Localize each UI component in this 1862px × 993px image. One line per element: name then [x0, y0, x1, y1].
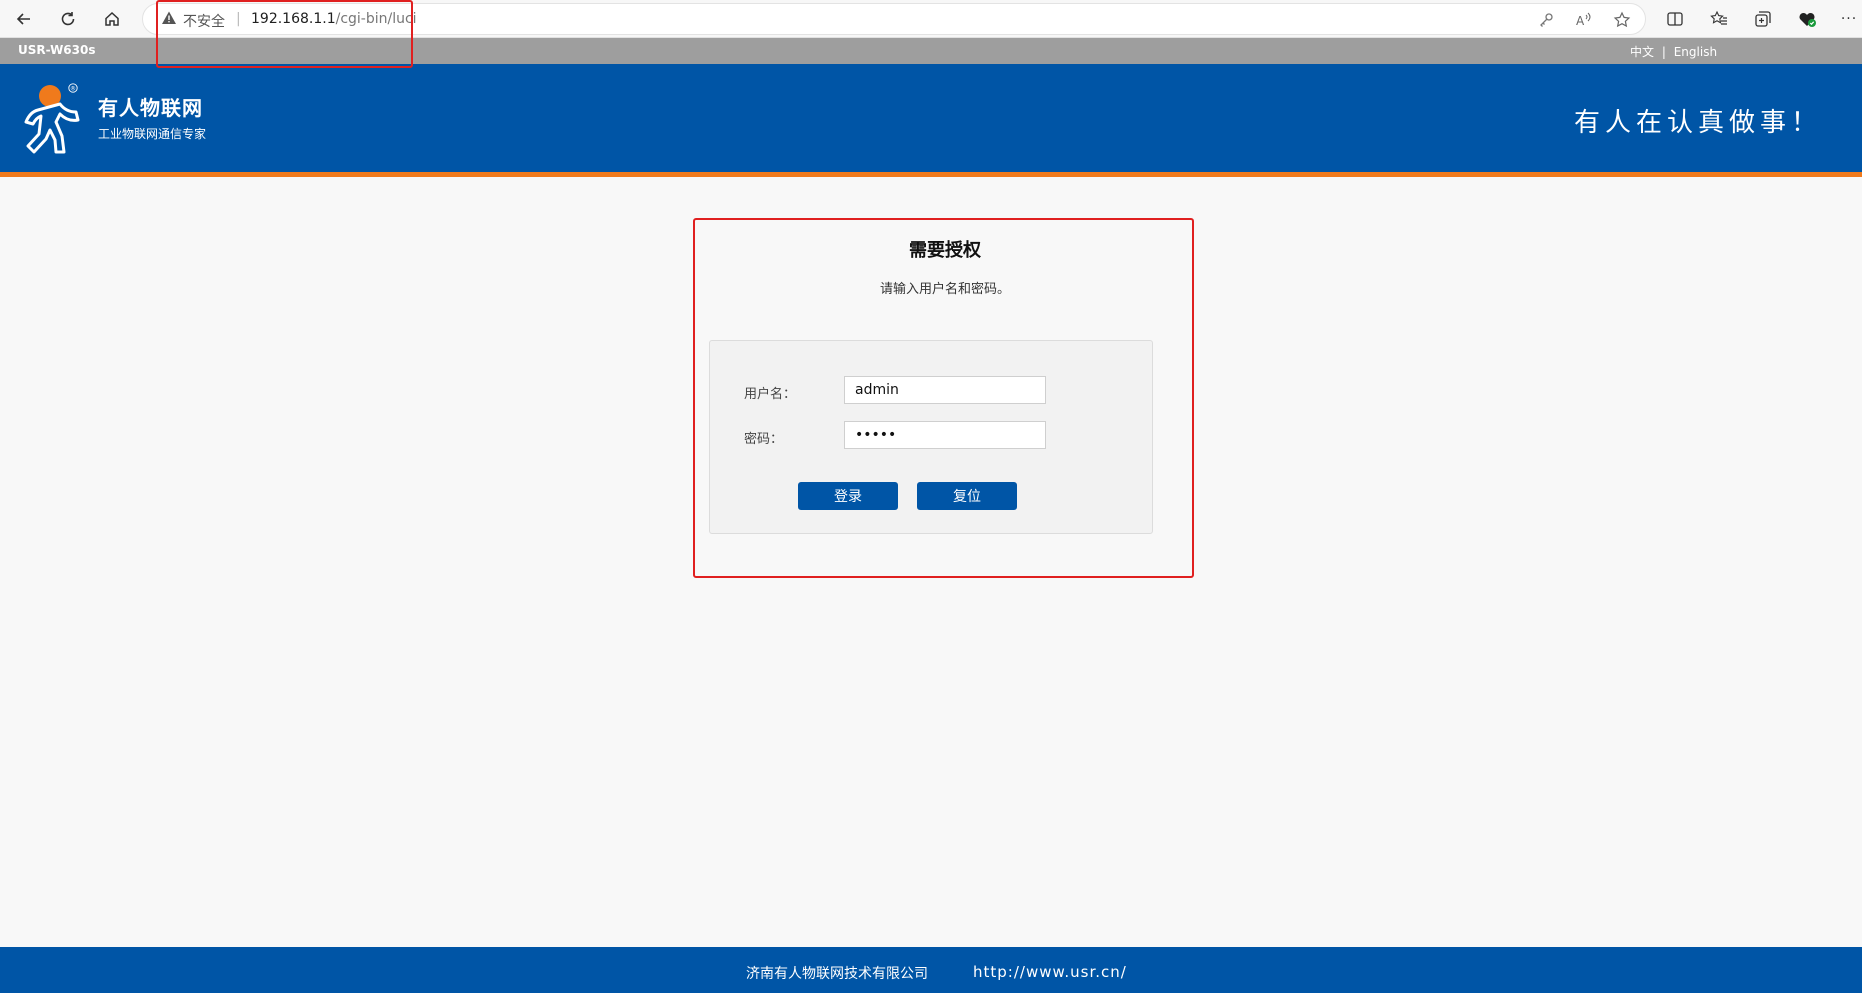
more-menu-label: ···: [1840, 11, 1858, 27]
login-button[interactable]: 登录: [798, 482, 898, 510]
url-path: /cgi-bin/luci: [335, 11, 417, 27]
favorites-icon[interactable]: [1706, 7, 1732, 31]
footer-url-link[interactable]: http://www.usr.cn/: [973, 963, 1127, 981]
insecure-label[interactable]: 不安全: [183, 11, 225, 31]
login-description: 请输入用户名和密码。: [879, 282, 1010, 297]
login-panel: 需要授权 请输入用户名和密码。 用户名： 密码： 登录 复位: [697, 222, 1193, 576]
warning-icon: [161, 10, 177, 26]
lang-english-link[interactable]: English: [1674, 45, 1717, 59]
username-input[interactable]: [844, 376, 1046, 404]
key-icon[interactable]: [1535, 10, 1557, 30]
device-name: USR-W630s: [18, 43, 96, 57]
split-screen-icon[interactable]: [1662, 7, 1688, 31]
password-input[interactable]: [844, 421, 1046, 449]
browser-health-icon[interactable]: [1794, 7, 1820, 31]
svg-text:A: A: [1576, 14, 1585, 28]
collections-icon[interactable]: [1750, 7, 1776, 31]
url-text[interactable]: 192.168.1.1/cgi-bin/luci: [251, 11, 417, 27]
footer-company: 济南有人物联网技术有限公司: [746, 966, 928, 982]
device-strip: USR-W630s 中文 | English: [0, 38, 1862, 64]
site-footer: 济南有人物联网技术有限公司 http://www.usr.cn/: [0, 947, 1862, 993]
url-host: 192.168.1.1: [251, 11, 336, 27]
site-header: ® 有人物联网 工业物联网通信专家 有人在认真做事！: [0, 64, 1862, 172]
read-aloud-icon[interactable]: A: [1573, 10, 1595, 30]
password-label: 密码：: [744, 432, 784, 447]
url-separator: |: [236, 11, 241, 27]
home-icon[interactable]: [98, 6, 126, 32]
language-switcher: 中文 | English: [1630, 43, 1717, 60]
reset-button[interactable]: 复位: [917, 482, 1017, 510]
registered-mark: ®: [70, 85, 76, 92]
lang-chinese-link[interactable]: 中文: [1630, 45, 1654, 59]
browser-toolbar: 不安全 | 192.168.1.1/cgi-bin/luci A ···: [0, 0, 1862, 38]
favorite-star-icon[interactable]: [1611, 10, 1633, 30]
address-bar[interactable]: 不安全 | 192.168.1.1/cgi-bin/luci A: [142, 3, 1646, 35]
usr-logo-icon: ®: [20, 82, 86, 154]
refresh-icon[interactable]: [54, 6, 82, 32]
username-label: 用户名：: [744, 387, 797, 402]
login-form: 用户名： 密码： 登录 复位: [709, 340, 1153, 534]
back-icon[interactable]: [10, 6, 38, 32]
header-slogan: 有人在认真做事！: [1573, 108, 1822, 138]
more-menu-icon[interactable]: ···: [1836, 7, 1862, 31]
lang-separator: |: [1661, 45, 1666, 59]
brand-name: 有人物联网: [98, 96, 203, 120]
brand-tagline: 工业物联网通信专家: [98, 127, 207, 141]
header-accent-line: [0, 172, 1862, 177]
login-title: 需要授权: [909, 240, 981, 261]
